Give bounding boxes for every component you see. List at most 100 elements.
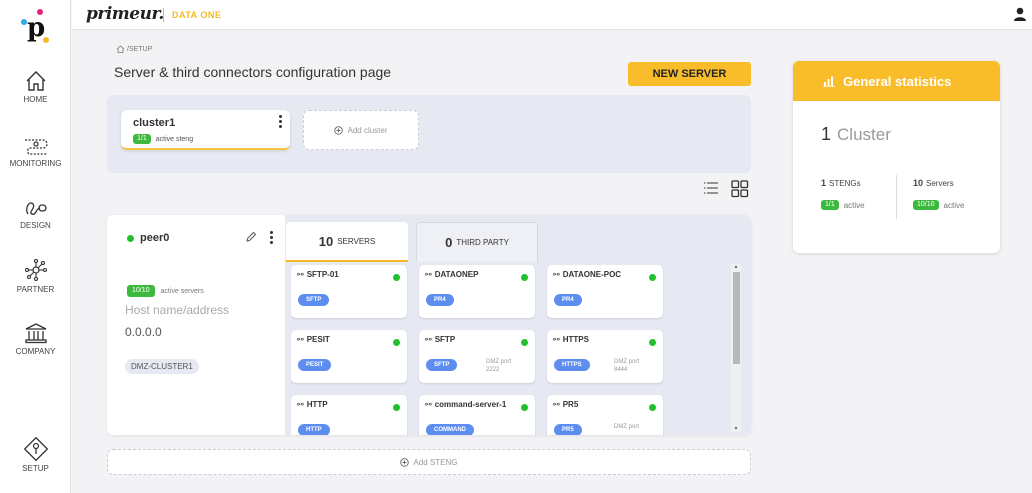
plug-icon: ⚯ — [553, 270, 560, 279]
peer-panel: peer0 10/10 active servers Host name/add… — [107, 215, 751, 435]
design-icon — [25, 202, 47, 215]
product-name: DATA ONE — [172, 10, 222, 20]
cluster-active-badge: 1/1 — [133, 134, 151, 144]
server-name: PESIT — [306, 335, 330, 344]
host-field[interactable]: Host name/address — [125, 303, 229, 317]
plug-icon: ⚯ — [297, 335, 304, 344]
nav-monitoring-label: MONITORING — [9, 159, 62, 168]
partner-icon — [24, 258, 47, 282]
tab-servers-count: 10 — [318, 233, 334, 249]
new-server-button[interactable]: NEW SERVER — [628, 62, 751, 86]
server-protocol-badge: PR5 — [554, 424, 582, 435]
server-status-dot — [649, 404, 656, 411]
server-card[interactable]: ⚯ HTTPS HTTPS DMZ port 8444 — [547, 330, 663, 383]
nav-home-label: HOME — [23, 95, 48, 104]
tab-servers[interactable]: 10 SERVERS — [286, 222, 408, 262]
server-name: HTTP — [306, 400, 328, 409]
server-card[interactable]: ⚯ SFTP SFTP DMZ port 2222 — [419, 330, 535, 383]
stats-stengs-badge: 1/1 — [821, 200, 839, 210]
grid-view-icon[interactable] — [731, 180, 749, 198]
peer-active-badge: 10/10 — [127, 285, 155, 297]
top-bar: primeur. DATA ONE — [72, 0, 1032, 30]
stats-stengs: 1 STENGs 1/1 active — [821, 178, 865, 210]
tab-third-party-count: 0 — [445, 235, 453, 250]
nav-monitoring[interactable]: MONITORING — [0, 136, 71, 168]
server-name: PR5 — [562, 400, 579, 409]
peer-kebab-icon[interactable] — [270, 231, 274, 244]
cluster-kebab-icon[interactable] — [279, 115, 283, 128]
pencil-icon[interactable] — [245, 231, 257, 243]
nav-setup[interactable]: SETUP — [0, 437, 71, 473]
add-cluster-button[interactable]: Add cluster — [303, 110, 419, 150]
general-statistics-card: General statistics 1 Cluster 1 STENGs 1/1 a… — [793, 61, 1000, 253]
server-dmz-port: DMZ port 8444 — [614, 359, 640, 373]
plus-circle-icon — [334, 125, 344, 135]
nav-home[interactable]: HOME — [0, 70, 71, 104]
stats-cluster: 1 Cluster — [821, 124, 891, 145]
tab-third-party[interactable]: 0 THIRD PARTY — [416, 222, 538, 262]
peer-name-label: peer0 — [140, 232, 170, 244]
peer-servers-area: 10 SERVERS 0 THIRD PARTY ⚯ SFTP-01 SFTP ⚯… — [285, 215, 751, 435]
server-dmz-port: DMZ port — [614, 424, 640, 430]
nav-design[interactable]: DESIGN — [0, 198, 71, 230]
peer-name[interactable]: peer0 — [127, 232, 169, 244]
bar-chart-icon — [823, 76, 835, 87]
plug-icon: ⚯ — [425, 270, 432, 279]
server-name: command-server-1 — [434, 400, 507, 409]
server-card[interactable]: ⚯ DATAONE-POC PR4 — [547, 265, 663, 318]
brand-name[interactable]: primeur. — [86, 4, 164, 24]
add-steng-button[interactable]: Add STENG — [107, 449, 751, 475]
nav-company-label: COMPANY — [15, 347, 56, 356]
server-card[interactable]: ⚯ DATAONEP PR4 — [419, 265, 535, 318]
stats-servers-status: active — [943, 200, 965, 210]
nav-partner[interactable]: PARTNER — [0, 258, 71, 294]
server-card[interactable]: ⚯ HTTP HTTP — [291, 395, 407, 435]
server-status-dot — [649, 339, 656, 346]
server-protocol-badge: COMMAND — [426, 424, 474, 435]
server-name: HTTPS — [562, 335, 589, 344]
plug-icon: ⚯ — [297, 400, 304, 409]
stats-servers-label: Servers — [926, 179, 954, 188]
server-card[interactable]: ⚯ SFTP-01 SFTP — [291, 265, 407, 318]
host-ip: 0.0.0.0 — [125, 325, 162, 339]
breadcrumb-current[interactable]: /SETUP — [127, 46, 152, 53]
stats-servers: 10 Servers 10/10 active — [913, 178, 964, 210]
server-dmz-port: DMZ port 2222 — [486, 359, 512, 373]
server-protocol-badge: SFTP — [426, 359, 458, 371]
servers-scrollbar[interactable]: ▲ ▼ — [731, 264, 741, 432]
scroll-down-icon[interactable]: ▼ — [731, 426, 741, 432]
plug-icon: ⚯ — [553, 400, 560, 409]
tab-servers-label: SERVERS — [337, 236, 376, 246]
dmz-tag: DMZ-CLUSTER1 — [125, 359, 199, 374]
list-view-icon[interactable] — [703, 180, 719, 196]
server-status-dot — [649, 274, 656, 281]
plug-icon: ⚯ — [553, 335, 560, 344]
user-icon[interactable] — [1012, 6, 1028, 22]
stats-stengs-label: STENGs — [829, 179, 861, 188]
home-icon[interactable] — [116, 45, 125, 53]
setup-icon — [23, 437, 48, 461]
cluster-status-label: active steng — [155, 135, 194, 143]
plus-circle-icon — [400, 457, 410, 467]
plug-icon: ⚯ — [297, 270, 304, 279]
cluster-card[interactable]: cluster1 1/1 active steng — [121, 110, 290, 150]
stats-cluster-label: Cluster — [837, 125, 891, 144]
page-title: Server & third connectors configuration … — [114, 64, 392, 80]
stats-stengs-status: active — [843, 200, 865, 210]
scroll-up-icon[interactable]: ▲ — [731, 264, 741, 270]
server-status-dot — [393, 274, 400, 281]
nav-setup-label: SETUP — [22, 464, 49, 473]
server-card[interactable]: ⚯ PESIT PESIT — [291, 330, 407, 383]
server-card[interactable]: ⚯ command-server-1 COMMAND — [419, 395, 535, 435]
cluster-name: cluster1 — [133, 117, 176, 129]
side-navigation: p HOME MONITORING DESIGN PARTNER COMPANY… — [0, 0, 71, 493]
stats-header: General statistics — [793, 61, 1000, 101]
peer-active-servers: 10/10 active servers — [127, 285, 204, 297]
nav-company[interactable]: COMPANY — [0, 322, 71, 356]
primeur-logo[interactable]: p — [20, 8, 52, 48]
company-icon — [24, 323, 47, 344]
scrollbar-thumb[interactable] — [733, 272, 740, 364]
server-card[interactable]: ⚯ PR5 PR5 DMZ port — [547, 395, 663, 435]
tab-third-party-label: THIRD PARTY — [456, 238, 509, 247]
server-protocol-badge: HTTPS — [554, 359, 590, 371]
